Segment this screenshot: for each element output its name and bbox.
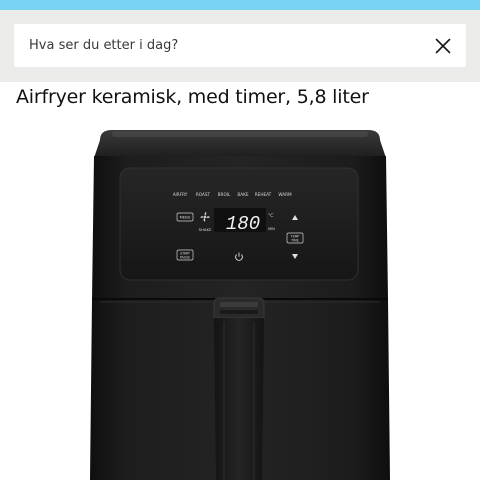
menu-label: MENU xyxy=(180,216,191,220)
program-label-bake: BAKE xyxy=(237,192,248,197)
pause-label-bottom: PAUSE xyxy=(180,256,190,260)
search-box xyxy=(14,24,466,67)
program-label-airfry: AIRFRY xyxy=(173,192,188,197)
search-input[interactable] xyxy=(14,24,414,67)
top-accent-strip xyxy=(0,0,480,10)
shake-label: SHAKE xyxy=(199,227,212,232)
product-title: Airfryer keramisk, med timer, 5,8 liter xyxy=(16,86,369,108)
search-bar xyxy=(0,10,480,82)
program-label-warm: WARM xyxy=(278,192,292,197)
program-label-roast: ROAST xyxy=(196,192,211,197)
program-label-broil: BROIL xyxy=(218,192,231,197)
control-panel: AIRFRY ROAST BROIL BAKE REHEAT WARM MENU xyxy=(119,167,359,281)
display-value: 180 xyxy=(226,213,260,235)
program-label-reheat: REHEAT xyxy=(255,192,272,197)
unit-label: °C xyxy=(268,213,273,219)
basket-handle[interactable] xyxy=(213,297,265,480)
close-icon[interactable] xyxy=(430,33,456,59)
min-label: MIN xyxy=(268,227,275,231)
product-image[interactable]: AIRFRY ROAST BROIL BAKE REHEAT WARM MENU xyxy=(0,118,480,480)
temp-time-label-bottom: TIME xyxy=(290,239,299,243)
